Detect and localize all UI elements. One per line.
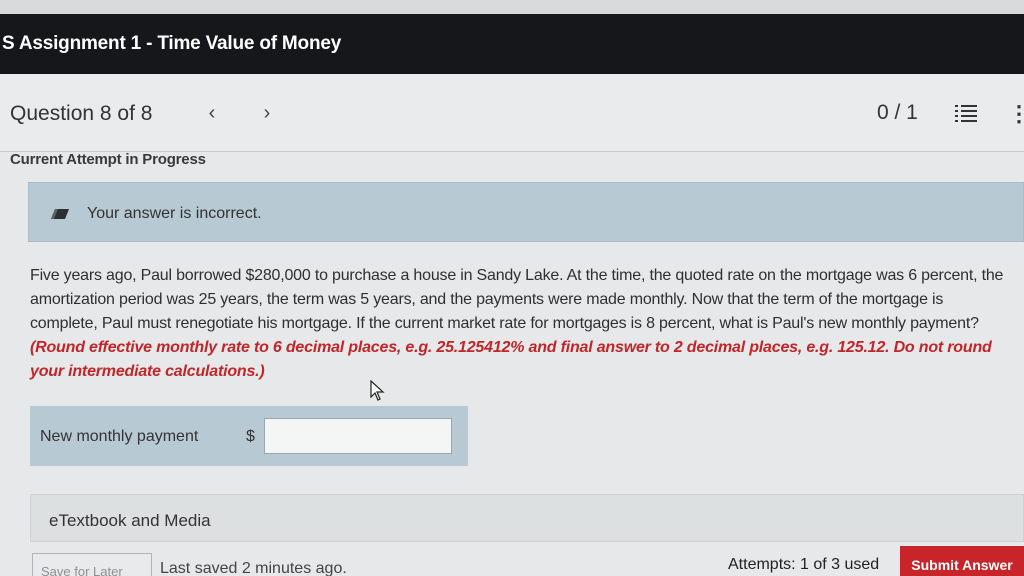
- submit-answer-button[interactable]: Submit Answer: [900, 546, 1024, 576]
- currency-symbol: $: [246, 428, 255, 445]
- attempts-counter: Attempts: 1 of 3 used: [728, 556, 880, 573]
- answer-row: New monthly payment $: [30, 406, 468, 466]
- etextbook-label: eTextbook and Media: [49, 511, 211, 530]
- title-bar: S Assignment 1 - Time Value of Money: [0, 14, 1024, 74]
- chevron-right-icon[interactable]: ›: [257, 102, 277, 125]
- question-hint: (Round effective monthly rate to 6 decim…: [30, 339, 992, 380]
- monthly-payment-input[interactable]: [264, 418, 452, 454]
- question-label: Question 8 of 8: [10, 102, 153, 125]
- question-navigation: Question 8 of 8 ‹ › 0 / 1 ⋮: [0, 74, 1024, 152]
- etextbook-section[interactable]: eTextbook and Media: [30, 494, 1024, 542]
- question-score: 0 / 1: [877, 101, 918, 124]
- feedback-banner: Your answer is incorrect.: [28, 182, 1024, 242]
- list-icon[interactable]: [955, 103, 977, 123]
- pencil-icon: [51, 209, 69, 219]
- last-saved-text: Last saved 2 minutes ago.: [160, 560, 347, 576]
- attempt-status-header: Current Attempt in Progress: [10, 151, 206, 168]
- question-body: Five years ago, Paul borrowed $280,000 t…: [30, 267, 1004, 332]
- chevron-left-icon[interactable]: ‹: [202, 102, 222, 125]
- question-content: Current Attempt in Progress Your answer …: [0, 151, 1024, 576]
- feedback-message: Your answer is incorrect.: [87, 205, 262, 222]
- mouse-cursor-icon: [370, 380, 385, 401]
- save-for-later-button[interactable]: Save for Later: [32, 553, 152, 576]
- question-text: Five years ago, Paul borrowed $280,000 t…: [30, 264, 1015, 384]
- more-vertical-icon[interactable]: ⋮: [1008, 101, 1024, 127]
- assignment-title: S Assignment 1 - Time Value of Money: [2, 33, 342, 54]
- top-strip: [0, 0, 1024, 14]
- answer-label: New monthly payment: [40, 428, 199, 445]
- footer-bar: Save for Later Last saved 2 minutes ago.…: [0, 546, 1024, 576]
